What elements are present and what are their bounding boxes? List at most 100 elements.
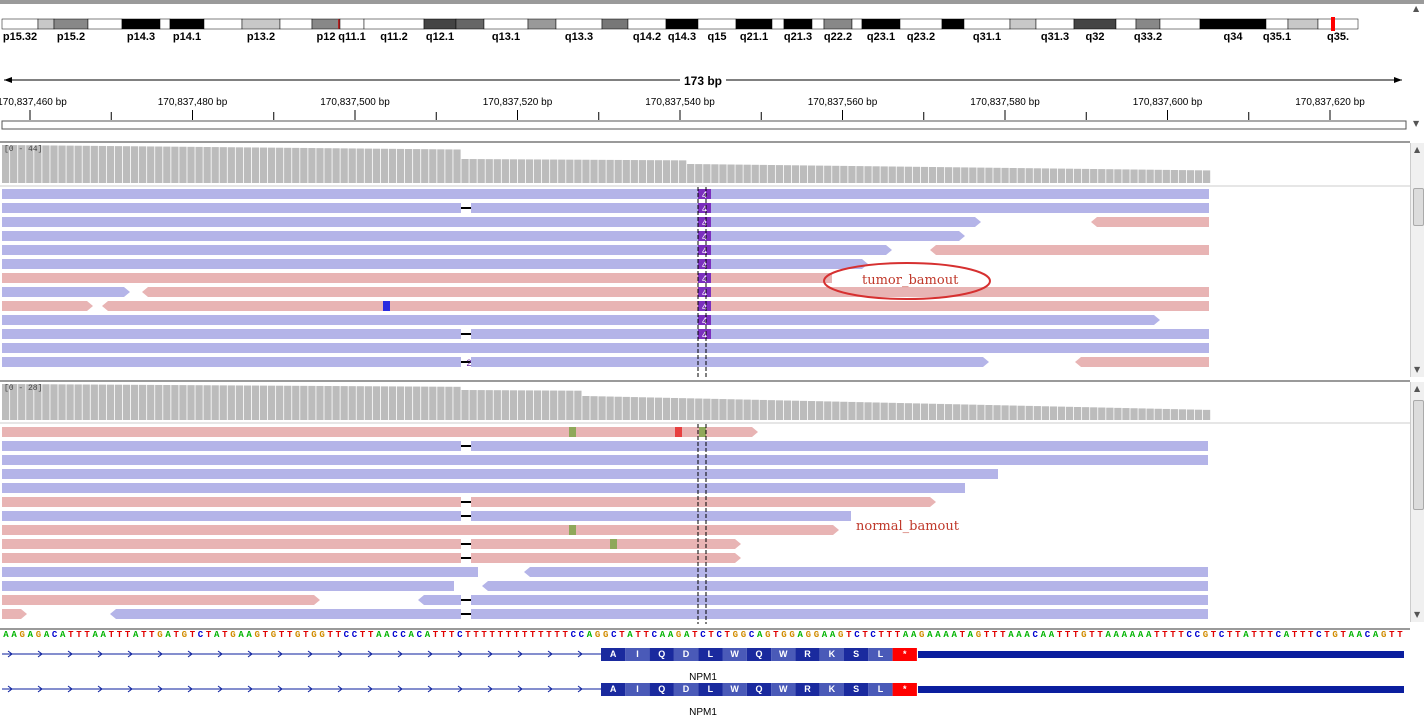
gene-name-label[interactable]: NPM1 (689, 672, 717, 683)
gene-name-label[interactable]: NPM1 (689, 707, 717, 718)
coverage-bar (550, 159, 558, 183)
coverage-bar (1033, 406, 1041, 420)
amino-acid-label: L (707, 649, 714, 659)
coverage-bar (348, 148, 356, 183)
tumor-alignment-panel[interactable]: [0 - 44] 444444444442 tumor_bamout (0, 141, 1410, 379)
coverage-bar (1049, 168, 1058, 183)
coverage-bar (654, 160, 663, 183)
band-label: p15.2 (56, 31, 86, 43)
chromosome-band (203, 18, 243, 30)
coverage-bar (300, 147, 308, 183)
coverage-bar (711, 164, 719, 183)
reference-base: T (473, 630, 479, 640)
coverage-bar (1009, 405, 1017, 420)
band-label: q21.1 (739, 31, 769, 43)
chromosome-band (423, 18, 457, 30)
chromosome-band (941, 18, 965, 30)
reference-base: T (359, 630, 366, 640)
coverage-bar (292, 147, 300, 183)
coverage-bar (969, 167, 977, 183)
scroll-up-arrow[interactable]: ▲ (1414, 384, 1420, 393)
coverage-bar (517, 390, 526, 420)
reference-base: C (570, 630, 576, 640)
read (2, 343, 1209, 353)
coverage-bar (1138, 408, 1146, 420)
coverage-bar (945, 404, 953, 420)
coverage-bar (82, 384, 90, 420)
coverage-bar (662, 160, 671, 183)
normal-alignment-panel[interactable]: [0 - 28] normal_bamout (0, 380, 1410, 624)
reference-base: T (173, 630, 179, 640)
coverage-bar (292, 385, 300, 420)
scroll-up-arrow[interactable]: ▲ (1414, 145, 1420, 154)
reference-base: A (100, 630, 106, 640)
amino-acid-label: K (828, 649, 836, 659)
band-label: p13.2 (246, 31, 276, 43)
mismatch-base (675, 427, 682, 437)
reference-base: T (878, 630, 884, 640)
coverage-bar (1009, 168, 1017, 183)
chromosome-band (899, 18, 943, 30)
reference-base: C (700, 630, 706, 640)
reference-base: A (935, 630, 941, 640)
tumor-scrollbar[interactable]: ▲ ▼ (1410, 143, 1424, 377)
coverage-bar (453, 149, 461, 183)
reference-base: T (124, 630, 131, 640)
reference-base: T (1389, 630, 1395, 640)
coverage-bar (469, 390, 477, 420)
band-label: q32 (1085, 31, 1105, 43)
coverage-bar (227, 147, 235, 183)
amino-acid-label: K (828, 684, 836, 694)
reference-base: A (1105, 630, 1111, 640)
coverage-bar (638, 397, 646, 420)
coverage-bar (719, 399, 727, 420)
amino-acid-label: S (853, 684, 860, 694)
coverage-bar (139, 384, 147, 420)
reference-base: T (303, 630, 309, 640)
normal-scrollbar[interactable]: ▲ ▼ (1410, 382, 1424, 622)
normal-scroll-thumb[interactable] (1413, 400, 1424, 510)
coverage-bar (485, 159, 493, 183)
reference-base: G (295, 630, 301, 640)
coverage-bar (58, 384, 66, 420)
coverage-bar (961, 404, 969, 420)
scroll-down-arrow[interactable]: ▼ (1414, 365, 1420, 374)
coverage-bar (235, 147, 243, 183)
scroll-down-arrow[interactable]: ▼ (1414, 610, 1420, 619)
chromosome-band (455, 18, 485, 30)
coverage-bar (1162, 169, 1170, 183)
tumor-alignments-svg[interactable]: 444444444442 (0, 143, 1410, 379)
reference-base: G (594, 630, 601, 640)
ruler-track[interactable] (0, 48, 1424, 134)
reference-base: A (408, 630, 414, 640)
coverage-bar (912, 403, 921, 420)
reference-base: A (1137, 630, 1144, 640)
coverage-bar (888, 166, 896, 183)
reference-base: A (902, 630, 909, 640)
reference-base: C (1032, 630, 1038, 640)
coverage-bar (509, 390, 518, 420)
chromosome-ideogram[interactable]: p15.32 p15.2 p14.3 p14.1 p13.2 p12 q11.1 q11.2 q… (0, 0, 1424, 48)
coverage-bar (1065, 406, 1074, 420)
read (482, 581, 1208, 591)
reference-base: G (1332, 630, 1338, 640)
ruler-scroll-arrow[interactable]: ▼ (1413, 119, 1419, 128)
coverage-bar (743, 164, 751, 183)
reference-base: A (132, 630, 139, 640)
normal-alignments-svg[interactable] (0, 382, 1410, 624)
reference-base: G (919, 630, 925, 640)
reference-base: G (230, 630, 236, 640)
coverage-bar (945, 167, 953, 183)
coverage-bar (372, 148, 381, 183)
coverage-bar (1178, 170, 1187, 183)
ruler-scroll-arrow-up[interactable]: ▲ (1413, 4, 1419, 13)
coverage-bar (90, 145, 98, 183)
reference-base: C (1316, 630, 1322, 640)
reference-base: A (238, 630, 244, 640)
tumor-scroll-thumb[interactable] (1413, 188, 1424, 226)
coverage-bar (751, 164, 759, 183)
coverage-bar (50, 145, 58, 183)
coverage-bar (856, 166, 864, 183)
coverage-bar (284, 385, 292, 420)
coverage-bar (775, 400, 784, 420)
